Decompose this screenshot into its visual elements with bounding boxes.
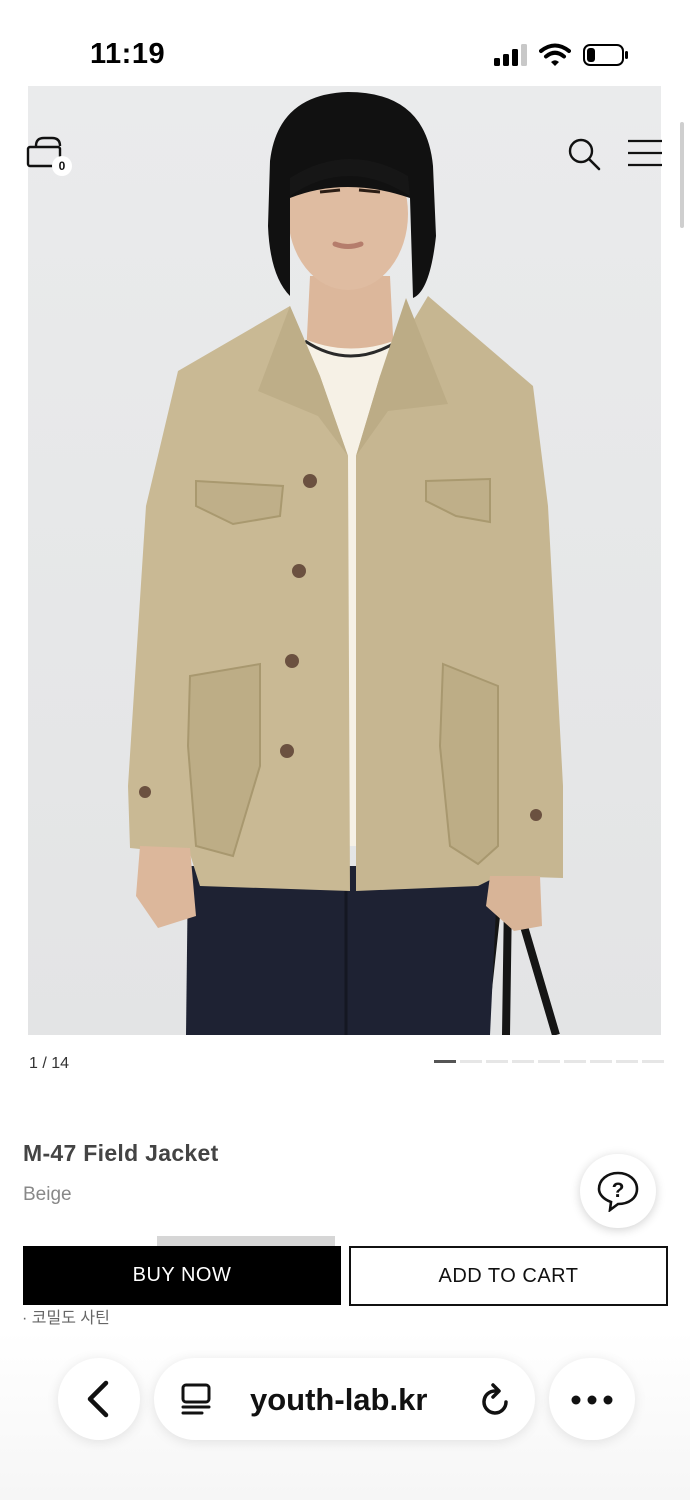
hamburger-menu-icon[interactable] [626, 138, 664, 168]
browser-more-button[interactable] [549, 1358, 635, 1440]
cart-count-badge: 0 [52, 156, 72, 176]
pagination-dot[interactable] [434, 1060, 456, 1063]
product-name: M-47 Field Jacket [23, 1140, 219, 1166]
scroll-indicator [680, 122, 684, 228]
battery-icon [583, 44, 628, 66]
chevron-left-icon [87, 1380, 109, 1418]
status-time: 11:19 [90, 38, 166, 70]
pagination-dot[interactable] [486, 1060, 508, 1063]
buy-now-button[interactable]: BUY NOW [23, 1246, 341, 1305]
product-note: · 코밀도 사틴 [22, 1310, 110, 1327]
image-counter: 1 / 14 [29, 1055, 70, 1072]
pagination-dot[interactable] [460, 1060, 482, 1063]
product-color: Beige [23, 1184, 72, 1205]
address-bar[interactable]: youth-lab.kr [154, 1358, 535, 1440]
pagination-dot[interactable] [538, 1060, 560, 1063]
pagination-dot[interactable] [642, 1060, 664, 1063]
reader-mode-icon [181, 1383, 211, 1415]
pagination-dot[interactable] [512, 1060, 534, 1063]
pagination-dot[interactable] [616, 1060, 638, 1063]
reload-icon[interactable] [479, 1382, 513, 1418]
status-bar: 11:19 [0, 0, 690, 86]
product-image[interactable] [28, 86, 661, 1035]
url-text: youth-lab.kr [250, 1382, 428, 1417]
pagination-dot[interactable] [564, 1060, 586, 1063]
question-chat-icon: ? [597, 1171, 639, 1212]
add-to-cart-button[interactable]: ADD TO CART [349, 1246, 668, 1306]
gallery-pagination[interactable] [434, 1060, 664, 1063]
pagination-dot[interactable] [590, 1060, 612, 1063]
help-chat-button[interactable]: ? [580, 1154, 656, 1228]
coupon-badge-partial [157, 1236, 335, 1246]
wifi-icon [539, 43, 571, 66]
search-icon[interactable] [566, 136, 602, 172]
browser-back-button[interactable] [58, 1358, 140, 1440]
svg-text:?: ? [612, 1179, 625, 1202]
more-dots-icon [571, 1395, 613, 1405]
signal-icon [494, 44, 527, 66]
